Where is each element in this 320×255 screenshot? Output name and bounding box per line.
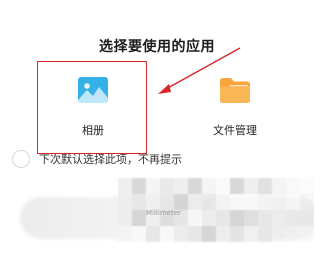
remember-choice-radio[interactable]	[12, 150, 30, 168]
mosaic-cell	[202, 194, 216, 210]
mosaic-cell	[160, 178, 174, 194]
mosaic-cell	[146, 178, 160, 194]
mosaic-cell	[132, 210, 146, 226]
mosaic-cell	[258, 226, 272, 242]
mosaic-cell	[118, 178, 132, 194]
mosaic-cell	[244, 226, 258, 242]
app-label-gallery: 相册	[82, 124, 104, 137]
mosaic-cell	[160, 194, 174, 210]
mosaic-cell	[118, 210, 132, 226]
mosaic-cell	[286, 178, 300, 194]
mosaic-cell	[272, 194, 286, 210]
app-chooser-screen: 选择要使用的应用 相册 文件管理 下次默认选择此项，不再提示 Millimete…	[0, 0, 314, 255]
mosaic-cell	[258, 194, 272, 210]
mosaic-cell	[230, 194, 244, 210]
mosaic-cell	[300, 178, 314, 194]
mosaic-cell	[300, 210, 314, 226]
mosaic-cell	[118, 194, 132, 210]
mosaic-cell	[118, 226, 132, 242]
mosaic-cell	[202, 226, 216, 242]
mosaic-cell	[174, 178, 188, 194]
mosaic-cell	[216, 178, 230, 194]
mosaic-cell	[188, 178, 202, 194]
dialog-title: 选择要使用的应用	[99, 39, 215, 55]
mosaic-cell	[300, 194, 314, 210]
mosaic-cell	[202, 210, 216, 226]
mosaic-cell	[230, 226, 244, 242]
mosaic-cell	[258, 210, 272, 226]
mosaic-cell	[188, 210, 202, 226]
folder-icon	[220, 78, 250, 103]
mosaic-cell	[146, 194, 160, 210]
watermark-text: Millimeter	[146, 209, 181, 217]
mosaic-cell	[272, 210, 286, 226]
mosaic-cell	[300, 226, 314, 242]
remember-choice-label: 下次默认选择此项，不再提示	[39, 153, 182, 166]
mosaic-cell	[174, 194, 188, 210]
mosaic-cell	[160, 226, 174, 242]
mosaic-cell	[188, 226, 202, 242]
mosaic-cell	[244, 178, 258, 194]
mosaic-cell	[258, 178, 272, 194]
mosaic-cell	[202, 178, 216, 194]
mosaic-cell	[244, 210, 258, 226]
mosaic-cell	[286, 210, 300, 226]
mosaic-cell	[216, 226, 230, 242]
mosaic-cell	[132, 194, 146, 210]
app-option-gallery[interactable]: 相册	[40, 64, 146, 154]
app-label-file-manager: 文件管理	[213, 124, 257, 137]
gallery-icon	[78, 77, 108, 103]
mosaic-cell	[286, 194, 300, 210]
mosaic-cell	[272, 226, 286, 242]
mosaic-cell	[272, 178, 286, 194]
mosaic-cell	[286, 226, 300, 242]
mosaic-cell	[216, 210, 230, 226]
mosaic-cell	[244, 194, 258, 210]
mosaic-cell	[132, 178, 146, 194]
remember-choice-row[interactable]: 下次默认选择此项，不再提示	[12, 150, 182, 168]
mosaic-cell	[230, 178, 244, 194]
app-option-file-manager[interactable]: 文件管理	[190, 64, 280, 154]
mosaic-cell	[216, 194, 230, 210]
mosaic-cell	[174, 226, 188, 242]
mosaic-cell	[188, 194, 202, 210]
mosaic-cell	[230, 210, 244, 226]
mosaic-cell	[132, 226, 146, 242]
mosaic-cell	[146, 226, 160, 242]
